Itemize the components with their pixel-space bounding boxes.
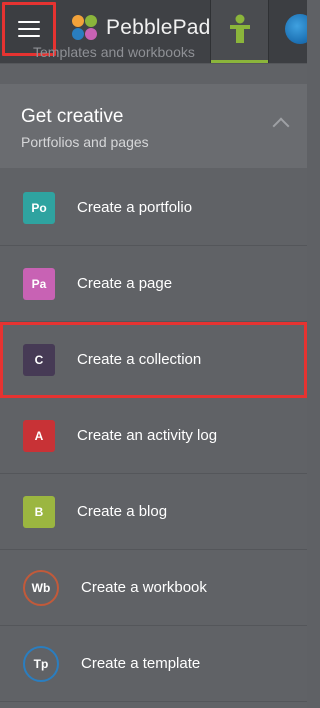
pebblepad-logo-icon [72, 15, 98, 41]
section-title: Get creative [21, 106, 124, 127]
globe-button[interactable] [269, 0, 307, 63]
workbook-icon: Wb [23, 569, 59, 606]
create-workbook-item[interactable]: Wb Create a workbook [0, 550, 307, 626]
pebblepad-logo[interactable]: PebblePad [72, 14, 211, 42]
activity-log-icon: A [23, 419, 55, 452]
item-label: Create a workbook [81, 579, 207, 596]
top-bar: PebblePad Templates and workbooks [0, 0, 307, 64]
create-collection-item[interactable]: C Create a collection [0, 322, 307, 398]
create-portfolio-item[interactable]: Po Create a portfolio [0, 170, 307, 246]
menu-button[interactable] [2, 2, 56, 56]
create-activity-log-item[interactable]: A Create an activity log [0, 398, 307, 474]
blog-icon: B [23, 495, 55, 528]
create-blog-item[interactable]: B Create a blog [0, 474, 307, 550]
app-shell: PebblePad Templates and workbooks Get cr… [0, 0, 307, 708]
page-icon: Pa [23, 267, 55, 300]
section-subtitle: Portfolios and pages [21, 134, 149, 150]
item-label: Create a portfolio [77, 199, 193, 216]
item-label: Create a template [81, 655, 201, 672]
create-template-item[interactable]: Tp Create a template [0, 626, 307, 702]
template-icon: Tp [23, 645, 59, 682]
person-icon [229, 14, 250, 43]
create-page-item[interactable]: Pa Create a page [0, 246, 307, 322]
item-label: Create a blog [77, 503, 168, 520]
my-account-button[interactable] [211, 0, 268, 63]
create-menu-list: Po Create a portfolio Pa Create a page C… [0, 170, 307, 702]
item-label: Create an activity log [77, 427, 218, 444]
portfolio-icon: Po [23, 191, 55, 224]
globe-icon [285, 14, 307, 44]
item-label: Create a collection [77, 351, 202, 368]
item-label: Create a page [77, 275, 173, 292]
collection-icon: C [23, 343, 55, 376]
hamburger-icon [18, 21, 40, 37]
active-indicator [211, 60, 268, 63]
chevron-up-icon [272, 117, 290, 135]
brand-name: PebblePad [106, 16, 211, 39]
get-creative-section-header[interactable]: Get creative Portfolios and pages [0, 84, 307, 168]
